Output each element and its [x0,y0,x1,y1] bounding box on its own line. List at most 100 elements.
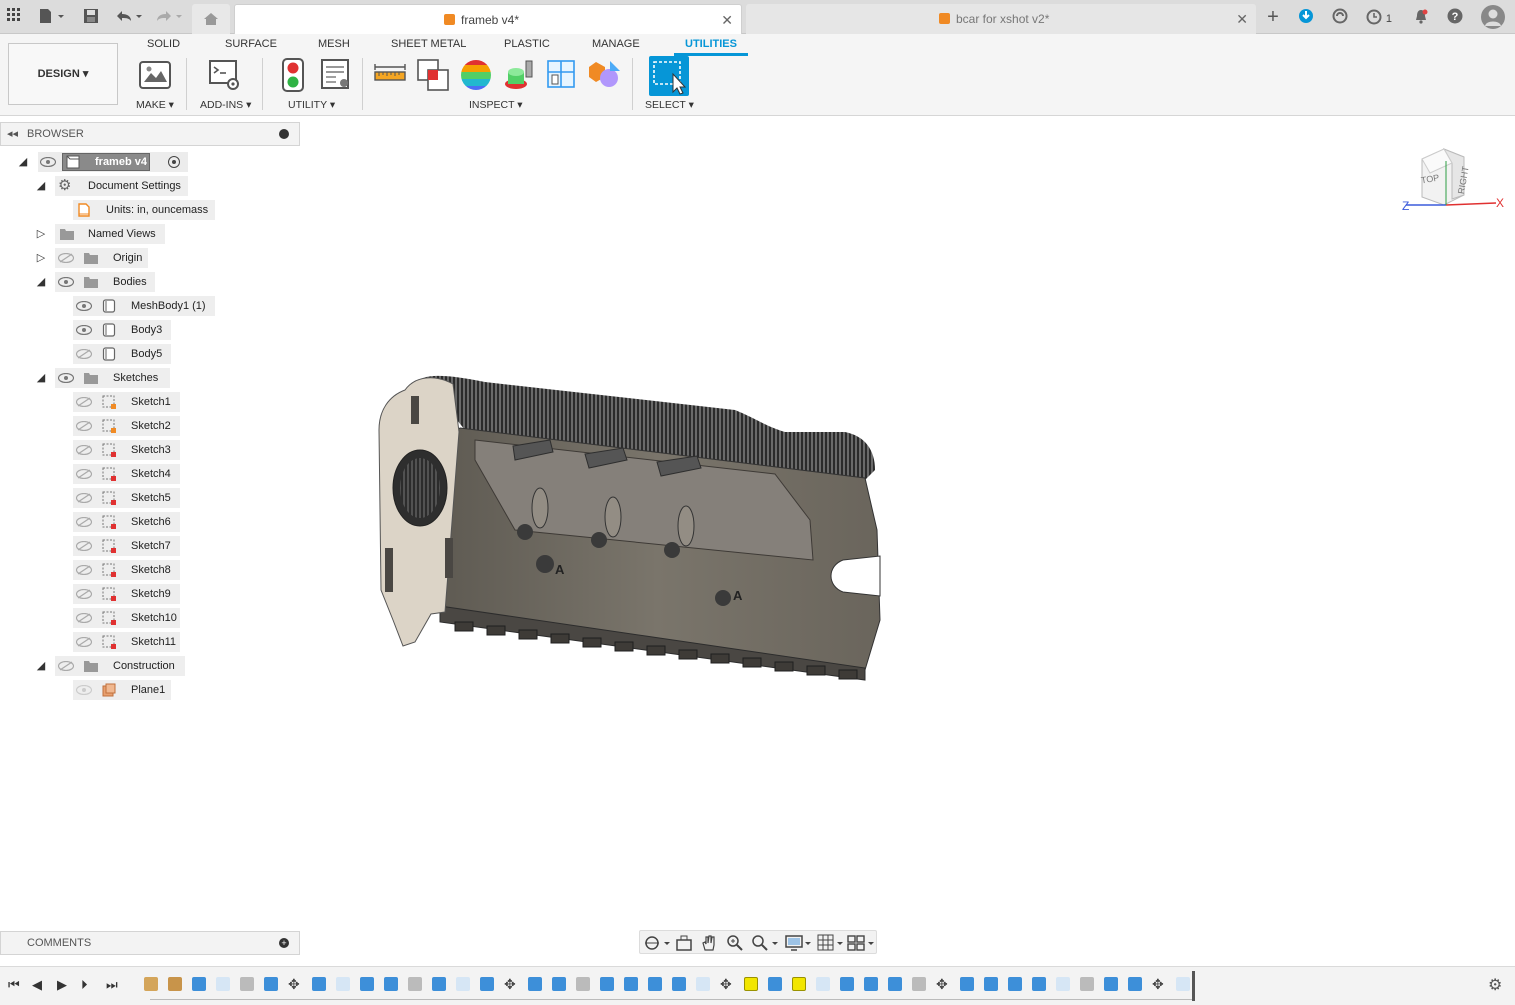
display-component-colors-icon[interactable] [588,58,622,92]
timeline-feature-icon[interactable] [816,977,830,991]
timeline-feature-icon[interactable] [144,977,158,991]
timeline-feature-icon[interactable] [792,977,806,991]
tree-item-sketch[interactable]: Sketch2 [0,416,200,436]
job-status-icon[interactable] [1331,8,1349,26]
timeline-marker[interactable] [1192,971,1195,1001]
interference-icon[interactable] [416,58,450,92]
visibility-hidden-icon[interactable] [58,253,74,263]
group-add-ins[interactable]: ADD-INS ▾ [200,99,251,111]
comments-panel-header[interactable]: COMMENTS + [0,931,300,955]
timeline-feature-icon[interactable] [1032,977,1046,991]
fit-zoom-window-icon[interactable] [750,934,780,952]
display-settings-icon[interactable] [785,934,813,952]
timeline-feature-icon[interactable] [264,977,278,991]
step-forward-icon[interactable]: ⏵ [81,977,88,993]
timeline-feature-icon[interactable] [696,977,710,991]
tree-item-plane[interactable]: Plane1 [0,680,200,700]
document-tab-bcar[interactable]: bcar for xshot v2* ✕ [746,4,1256,34]
traffic-light-icon[interactable] [281,58,305,92]
timeline-feature-icon[interactable]: ✥ [1152,977,1166,991]
tree-root-row[interactable]: ◢ frameb v4 [0,152,200,172]
timeline-feature-icon[interactable] [840,977,854,991]
activate-radio-icon[interactable] [168,156,180,168]
save-icon[interactable] [82,8,100,26]
collapse-triangle-icon[interactable]: ◢ [35,656,47,676]
go-to-start-icon[interactable]: ⏮ [8,977,20,993]
tree-item-body[interactable]: Body5 [0,344,200,364]
zoom-icon[interactable] [726,934,744,952]
tree-item-sketch[interactable]: Sketch8 [0,560,200,580]
timeline-feature-icon[interactable] [480,977,494,991]
step-back-icon[interactable]: ◀︎ [32,977,42,993]
tree-item-sketch[interactable]: Sketch9 [0,584,200,604]
timeline-feature-icon[interactable] [312,977,326,991]
timeline-feature-icon[interactable] [1176,977,1190,991]
close-tab-icon[interactable]: ✕ [1236,4,1248,34]
timeline-feature-icon[interactable] [888,977,902,991]
tree-item-sketch[interactable]: Sketch3 [0,440,200,460]
visibility-eye-icon[interactable] [76,301,92,311]
group-inspect[interactable]: INSPECT ▾ [469,99,523,111]
tree-item-body[interactable]: Body3 [0,320,200,340]
file-menu-icon[interactable] [38,8,66,26]
visibility-eye-icon[interactable] [40,157,56,167]
timeline-feature-icon[interactable] [648,977,662,991]
timeline-feature-icon[interactable] [1104,977,1118,991]
tree-item-construction[interactable]: ◢ Construction [0,656,200,676]
tree-item-named-views[interactable]: ▷ Named Views [0,224,200,244]
visibility-eye-icon[interactable] [76,685,92,695]
go-to-end-icon[interactable]: ⏭ [106,977,118,993]
tab-sheet-metal[interactable]: SHEET METAL [391,38,466,50]
tab-utilities[interactable]: UTILITIES [674,38,748,56]
look-at-icon[interactable] [675,934,693,952]
timeline-feature-icon[interactable] [1128,977,1142,991]
home-tab-icon[interactable] [192,4,230,34]
visibility-hidden-icon[interactable] [76,421,92,431]
new-tab-icon[interactable]: + [1262,7,1284,27]
tree-item-sketch[interactable]: Sketch10 [0,608,200,628]
timeline-feature-icon[interactable] [528,977,542,991]
timeline-feature-icon[interactable] [1008,977,1022,991]
play-icon[interactable]: ▶︎ [57,977,67,993]
visibility-hidden-icon[interactable] [76,469,92,479]
expand-triangle-icon[interactable]: ▷ [35,248,47,268]
timeline-feature-icon[interactable] [864,977,878,991]
tab-manage[interactable]: MANAGE [592,38,640,50]
collapse-triangle-icon[interactable]: ◢ [35,272,47,292]
group-make[interactable]: MAKE ▾ [136,99,174,111]
tree-item-origin[interactable]: ▷ Origin [0,248,200,268]
timeline-settings-gear-icon[interactable]: ⚙ [1488,975,1502,995]
add-comment-icon[interactable]: + [279,938,289,948]
tree-item-document-settings[interactable]: ◢ ⚙ Document Settings [0,176,200,196]
timeline-feature-icon[interactable] [336,977,350,991]
visibility-hidden-icon[interactable] [58,661,74,671]
collapse-panel-icon[interactable]: ◂◂ [7,127,18,140]
tree-item-sketch[interactable]: Sketch5 [0,488,200,508]
pan-hand-icon[interactable] [700,934,718,952]
timeline-feature-icon[interactable] [384,977,398,991]
tab-surface[interactable]: SURFACE [225,38,277,50]
timeline-feature-icon[interactable] [984,977,998,991]
collapse-triangle-icon[interactable]: ◢ [35,176,47,196]
visibility-eye-icon[interactable] [58,373,74,383]
visibility-hidden-icon[interactable] [76,445,92,455]
extensions-icon[interactable] [1298,8,1314,26]
timeline-feature-icon[interactable] [1080,977,1094,991]
document-tab-frameb[interactable]: frameb v4* ✕ [234,4,742,34]
tree-item-units[interactable]: Units: in, ouncemass [0,200,220,220]
notifications-bell-icon[interactable] [1412,8,1430,26]
viewports-icon[interactable] [847,934,877,952]
tab-solid[interactable]: SOLID [147,38,180,50]
tree-item-body[interactable]: MeshBody1 (1) [0,296,220,316]
timeline-feature-icon[interactable]: ✥ [720,977,734,991]
timeline-feature-icon[interactable] [912,977,926,991]
zebra-analysis-icon[interactable] [459,58,493,92]
visibility-hidden-icon[interactable] [76,493,92,503]
close-tab-icon[interactable]: ✕ [721,5,733,35]
visibility-hidden-icon[interactable] [76,397,92,407]
visibility-eye-icon[interactable] [76,325,92,335]
visibility-hidden-icon[interactable] [76,349,92,359]
timeline-feature-icon[interactable] [192,977,206,991]
viewcube[interactable]: TOP RIGHT Z X [1400,145,1510,217]
expand-triangle-icon[interactable]: ▷ [35,224,47,244]
